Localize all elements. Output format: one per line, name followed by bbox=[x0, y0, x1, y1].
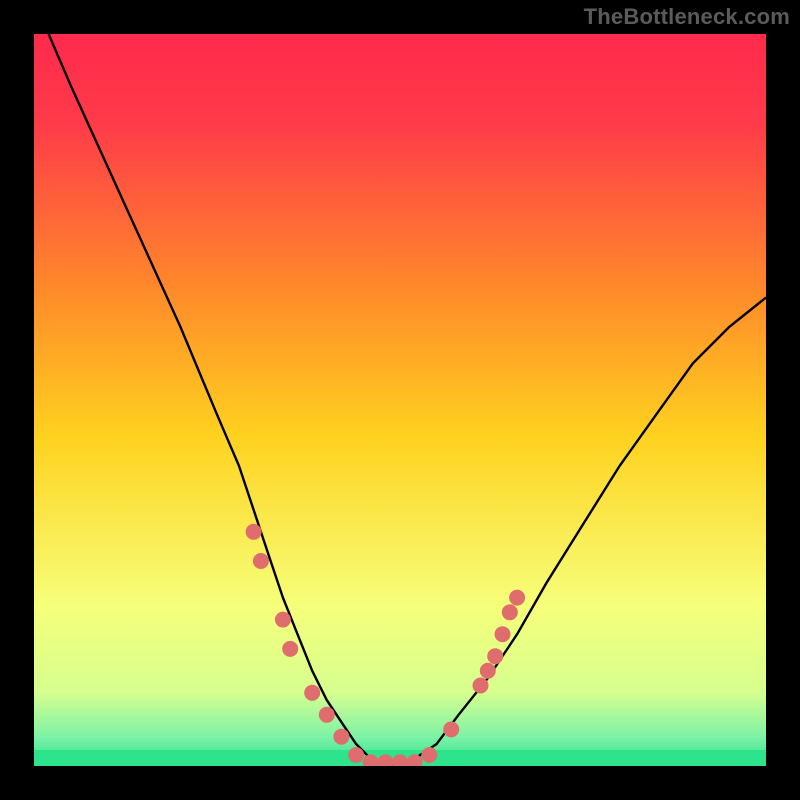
threshold-dot bbox=[502, 604, 518, 620]
threshold-dot bbox=[443, 721, 459, 737]
threshold-dot bbox=[253, 553, 269, 569]
threshold-dot bbox=[304, 685, 320, 701]
threshold-dot bbox=[348, 747, 364, 763]
watermark-text: TheBottleneck.com bbox=[584, 4, 790, 30]
threshold-dot bbox=[319, 707, 335, 723]
plot-area bbox=[34, 34, 766, 766]
threshold-dot bbox=[392, 754, 408, 766]
threshold-dot bbox=[495, 626, 511, 642]
threshold-dot bbox=[377, 754, 393, 766]
chart-frame: TheBottleneck.com bbox=[0, 0, 800, 800]
threshold-dot bbox=[473, 678, 489, 694]
threshold-dot bbox=[480, 663, 496, 679]
threshold-dot bbox=[246, 524, 262, 540]
threshold-dot bbox=[282, 641, 298, 657]
threshold-dot bbox=[275, 612, 291, 628]
threshold-dot bbox=[421, 747, 437, 763]
threshold-dot bbox=[487, 648, 503, 664]
threshold-dot bbox=[363, 754, 379, 766]
plot-svg bbox=[34, 34, 766, 766]
bottleneck-curve bbox=[49, 34, 766, 766]
threshold-markers bbox=[246, 524, 525, 766]
threshold-dot bbox=[509, 590, 525, 606]
threshold-dot bbox=[333, 729, 349, 745]
